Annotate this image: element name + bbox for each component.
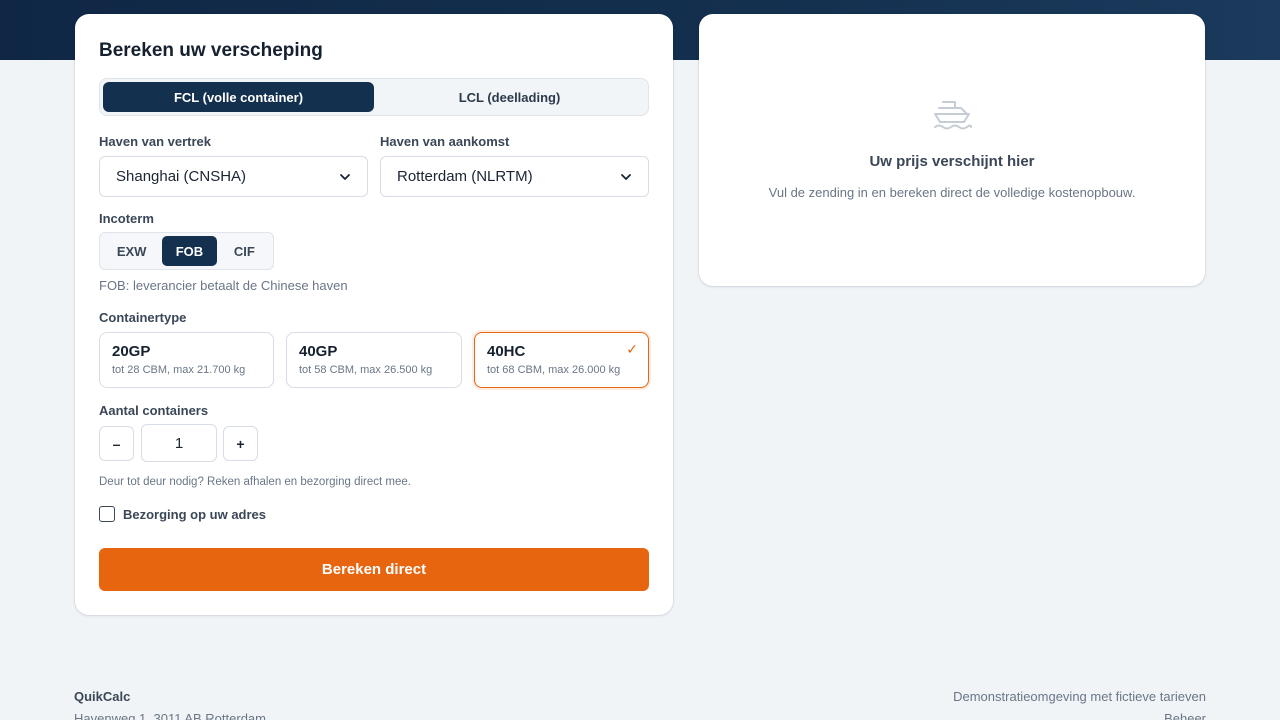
footer-admin-link[interactable]: Beheer xyxy=(1164,711,1206,720)
container-type-label: Containertype xyxy=(99,310,187,325)
incoterm-label: Incoterm xyxy=(99,211,154,226)
incoterm-fob-button[interactable]: FOB xyxy=(162,236,217,266)
footer-address: Havenweg 1, 3011 AB Rotterdam xyxy=(74,711,266,720)
incoterm-exw-button[interactable]: EXW xyxy=(103,236,160,266)
incoterm-hint: FOB: leverancier betaalt de Chinese have… xyxy=(99,278,348,293)
incoterm-selector: EXW FOB CIF xyxy=(99,232,274,270)
departure-port-select[interactable]: Shanghai (CNSHA) xyxy=(99,156,368,197)
mode-lcl-button[interactable]: LCL (deellading) xyxy=(374,82,645,112)
departure-label: Haven van vertrek xyxy=(99,134,212,149)
container-option-spec: tot 58 CBM, max 26.500 kg xyxy=(299,364,433,376)
quantity-label: Aantal containers xyxy=(99,403,209,418)
delivery-checkbox[interactable] xyxy=(99,506,115,522)
footer-note: Demonstratieomgeving met fictieve tariev… xyxy=(953,689,1206,704)
arrival-label: Haven van aankomst xyxy=(380,134,510,149)
arrival-port-value: Rotterdam (NLRTM) xyxy=(397,168,533,185)
result-title: Uw prijs verschijnt hier xyxy=(869,153,1035,170)
result-placeholder-card: Uw prijs verschijnt hier Vul de zending … xyxy=(699,14,1205,286)
incoterm-cif-button[interactable]: CIF xyxy=(219,236,270,266)
container-option-name: 40HC xyxy=(487,343,526,360)
departure-port-value: Shanghai (CNSHA) xyxy=(116,168,247,185)
shipping-form-card: Bereken uw verscheping FCL (volle contai… xyxy=(75,14,673,615)
quantity-decrement-button[interactable]: – xyxy=(99,426,134,461)
calculate-button[interactable]: Bereken direct xyxy=(99,548,649,591)
container-option-spec: tot 28 CBM, max 21.700 kg xyxy=(112,364,246,376)
container-option-name: 20GP xyxy=(112,343,151,360)
shipment-mode-toggle: FCL (volle container) LCL (deellading) xyxy=(99,78,649,116)
container-option-40hc[interactable]: 40HC tot 68 CBM, max 26.000 kg ✓ xyxy=(474,332,649,388)
delivery-checkbox-row[interactable]: Bezorging op uw adres xyxy=(99,506,266,522)
footer-brand: QuikCalc xyxy=(74,689,131,704)
form-title: Bereken uw verscheping xyxy=(99,40,323,61)
container-option-spec: tot 68 CBM, max 26.000 kg xyxy=(487,364,621,376)
chevron-down-icon xyxy=(621,173,631,180)
result-subtitle: Vul de zending in en bereken direct de v… xyxy=(768,185,1136,200)
arrival-port-select[interactable]: Rotterdam (NLRTM) xyxy=(380,156,649,197)
quantity-increment-button[interactable]: + xyxy=(223,426,258,461)
delivery-checkbox-label: Bezorging op uw adres xyxy=(123,506,267,522)
mode-fcl-button[interactable]: FCL (volle container) xyxy=(103,82,374,112)
check-icon: ✓ xyxy=(626,341,638,357)
door-to-door-hint: Deur tot deur nodig? Reken afhalen en be… xyxy=(99,476,411,488)
container-option-name: 40GP xyxy=(299,343,338,360)
ship-icon xyxy=(934,101,972,130)
chevron-down-icon xyxy=(340,173,350,180)
container-option-40gp[interactable]: 40GP tot 58 CBM, max 26.500 kg xyxy=(286,332,462,388)
quantity-input[interactable]: 1 xyxy=(141,424,217,462)
container-option-20gp[interactable]: 20GP tot 28 CBM, max 21.700 kg xyxy=(99,332,274,388)
